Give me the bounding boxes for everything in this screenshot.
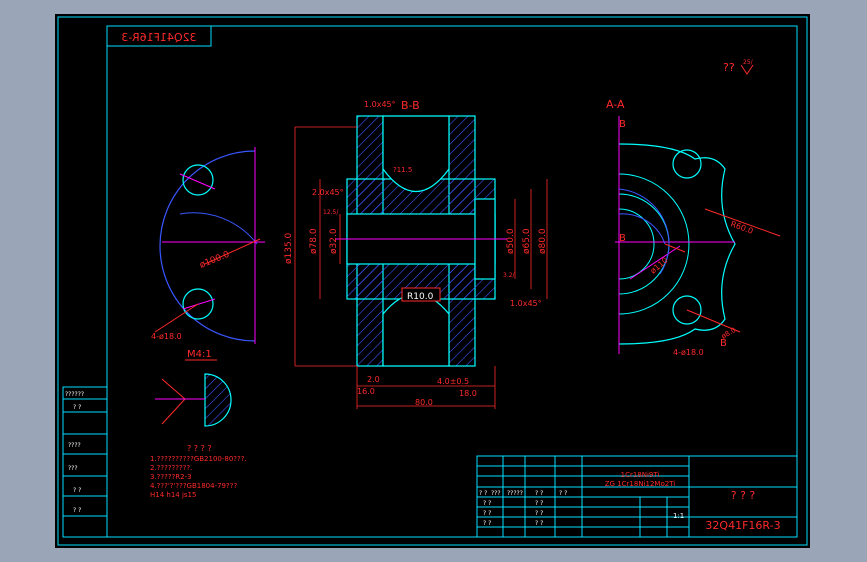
notes-title: ? ? ? ?: [187, 444, 212, 453]
tb-cell-4: ? ?: [535, 500, 543, 507]
left-table-row-1: ??????: [65, 391, 84, 398]
dim-dia-8: ø8.0: [720, 326, 737, 341]
dim-holes-left: 4-ø18.0: [151, 332, 182, 341]
tb-cell-6: ? ?: [535, 520, 543, 527]
dim-chamfer-right: 1.0x45°: [510, 299, 542, 308]
left-revision-table: [62, 386, 108, 538]
tb-cell-2: ? ?: [483, 510, 491, 517]
tb-head-2: ???: [491, 490, 501, 497]
tb-head-1: ? ?: [479, 490, 487, 497]
section-bb-part: [335, 115, 507, 367]
section-aa-part: [615, 116, 781, 354]
scale-value: 1:1: [673, 512, 684, 520]
dim-holes-right: 4-ø18.0: [673, 348, 704, 357]
tb-head-3: ?????: [507, 490, 523, 497]
dim-dia-78: ø78.0: [309, 228, 319, 254]
mirrored-drawing-number: 32Q41F16R-3: [121, 31, 196, 44]
dim-radius-slot: R10.0: [407, 292, 434, 302]
note-line-4: 4.???'?'???GB1804-79???: [150, 482, 237, 490]
dim-slot-width: ?11.5: [393, 166, 412, 174]
dim-len-16: 16.0: [357, 387, 375, 396]
note-line-5: H14 h14 js15: [150, 491, 196, 499]
tb-cell-1: ? ?: [483, 500, 491, 507]
left-table-row-3: ????: [68, 442, 81, 449]
top-right-mark: ??: [723, 61, 735, 74]
left-table-row-6: ? ?: [73, 507, 81, 514]
dim-dia-80: ø80.0: [538, 228, 548, 254]
detail-view: [155, 373, 232, 427]
flange-top-view: [154, 147, 265, 344]
dim-dia-50: ø50.0: [506, 228, 516, 254]
rough-32: 3.2/: [503, 272, 516, 279]
tb-cell-5: ? ?: [535, 510, 543, 517]
cad-drawing: 32Q41F16R-3 ?? 25/ ø100.0 4-ø18.0 B-B 1.…: [57, 16, 808, 546]
cut-b-top: B: [619, 119, 626, 130]
dim-r60: R60.0: [729, 219, 754, 235]
tb-cell-3: ? ?: [483, 520, 491, 527]
material-1: 1Cr18Ni9Ti: [621, 471, 660, 479]
part-name: ? ? ?: [731, 489, 756, 502]
dim-dia-32: ø32.0: [329, 228, 339, 254]
dim-chamfer-left: 2.0x45°: [312, 188, 344, 197]
note-line-2: 2.?????????.: [150, 464, 192, 472]
section-aa-label: A-A: [606, 98, 625, 111]
roughness-symbol: [740, 64, 754, 75]
dim-dia-65: ø65.0: [522, 228, 532, 254]
roughness-top-right: 25/: [743, 59, 754, 66]
section-bb-label: B-B: [401, 99, 420, 112]
tb-head-4: ? ?: [535, 490, 543, 497]
dim-len-4: 4.0±0.5: [437, 377, 469, 386]
left-table-row-5: ? ?: [73, 487, 81, 494]
drawing-canvas: 32Q41F16R-3 ?? 25/ ø100.0 4-ø18.0 B-B 1.…: [55, 14, 810, 548]
dim-dia-135: ø135.0: [284, 232, 294, 264]
left-table-row-2: ? ?: [73, 404, 81, 411]
drawing-number: 32Q41F16R-3: [705, 519, 780, 532]
material-2: ZG 1Cr18Ni12Mo2Ti: [605, 480, 675, 488]
dim-len-18: 18.0: [459, 389, 477, 398]
rough-12: 12.5/: [323, 209, 339, 216]
tb-head-5: ? ?: [559, 490, 567, 497]
dim-len-2: 2.0: [367, 375, 380, 384]
detail-scale: M4:1: [187, 349, 212, 360]
dim-dia-100: ø100.0: [198, 250, 231, 271]
note-line-1: 1.??????????GB2100-80???.: [150, 455, 247, 463]
dim-chamfer-top: 1.0x45°: [364, 100, 396, 109]
left-table-row-4: ???: [68, 465, 78, 472]
dim-len-80: 80.0: [415, 398, 433, 407]
note-line-3: 3.?????R2-3: [150, 473, 192, 481]
